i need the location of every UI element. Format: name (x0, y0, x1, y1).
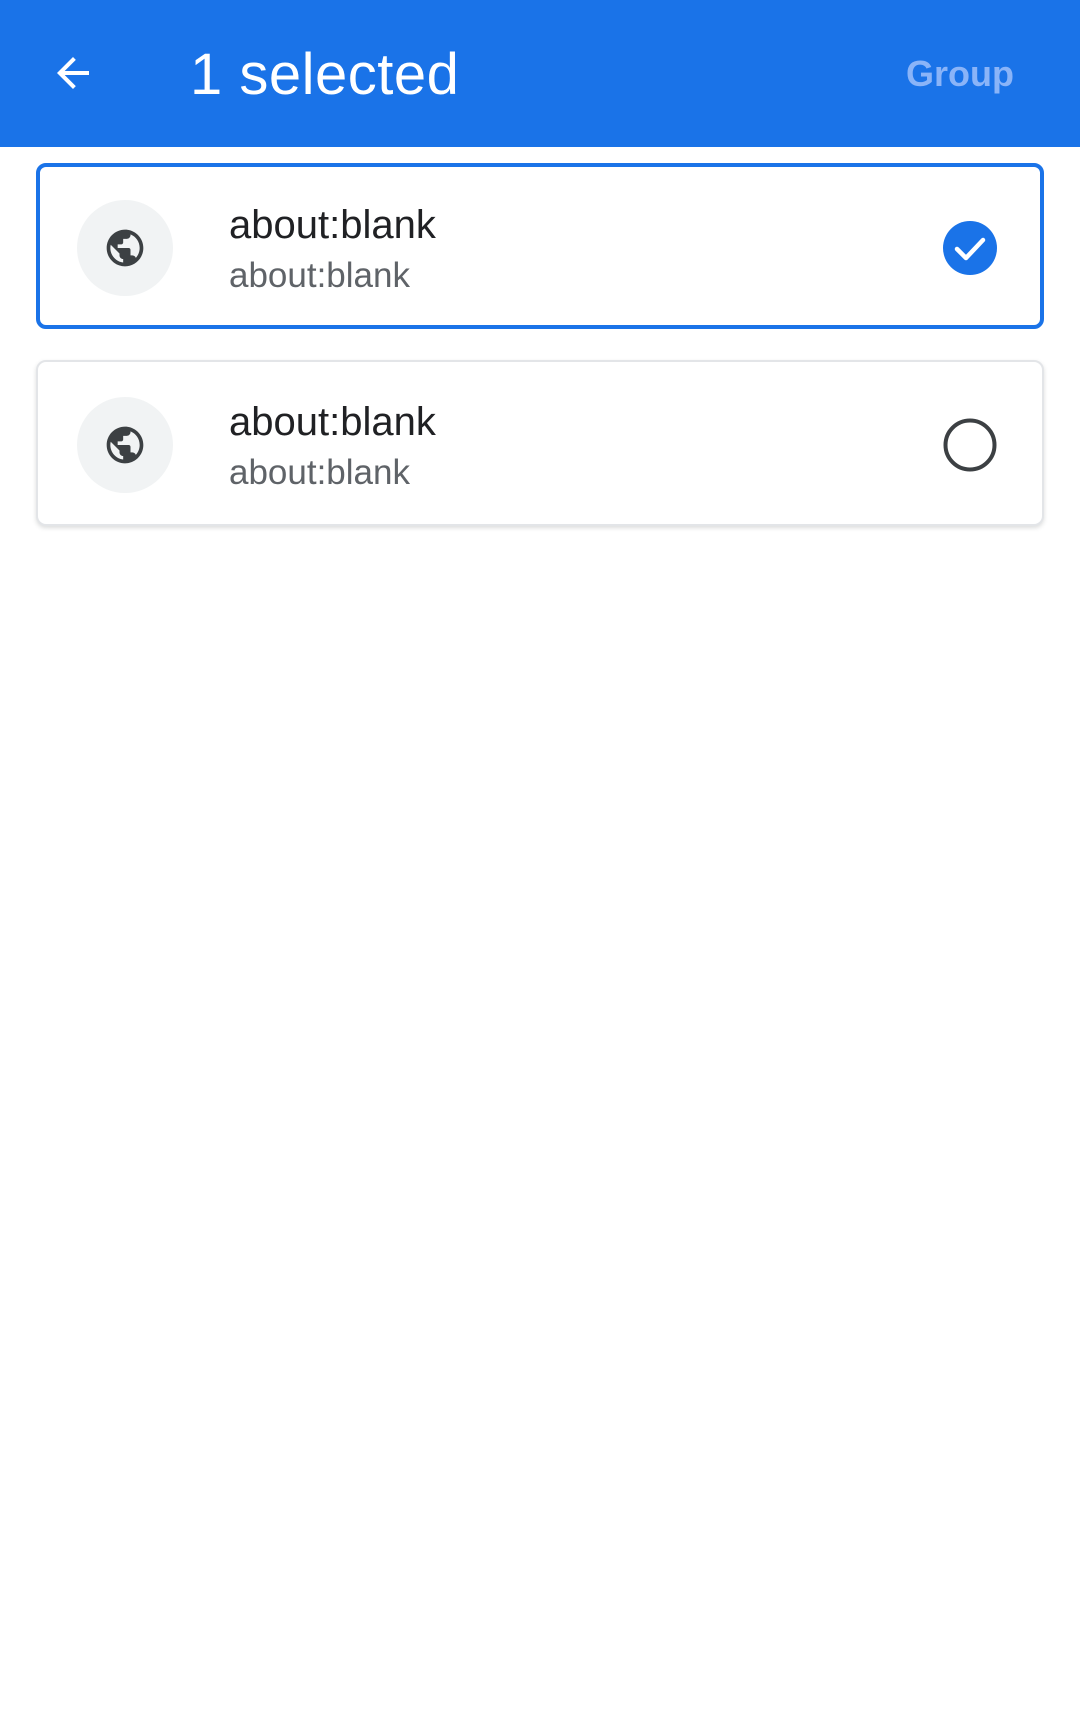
favicon (77, 200, 173, 296)
arrow-back-icon (57, 57, 89, 89)
tab-url: about:blank (229, 453, 410, 492)
tab-title: about:blank (229, 400, 436, 444)
unchecked-circle-icon[interactable] (942, 417, 998, 473)
tab-url: about:blank (229, 256, 410, 295)
group-button[interactable]: Group (906, 48, 1014, 100)
tab-item-unselected[interactable]: about:blank about:blank (36, 360, 1044, 526)
tab-item-selected[interactable]: about:blank about:blank (36, 163, 1044, 329)
tab-list: about:blank about:blank about:blank abou… (36, 163, 1044, 557)
back-button[interactable] (30, 30, 116, 116)
globe-icon (106, 229, 144, 267)
tab-title: about:blank (229, 203, 436, 247)
tab-selection-screen: 1 selected Group about:blank about:blank (0, 0, 1080, 1731)
checked-circle-icon[interactable] (942, 220, 998, 276)
favicon (77, 397, 173, 493)
globe-icon (106, 426, 144, 464)
selection-toolbar: 1 selected Group (0, 0, 1080, 147)
selection-count-title: 1 selected (190, 42, 460, 107)
